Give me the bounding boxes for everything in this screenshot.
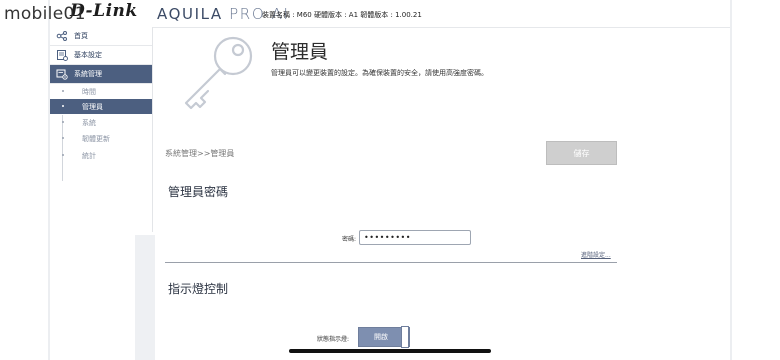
left-margin: [0, 0, 50, 360]
password-label: 密碼:: [342, 236, 357, 243]
key-icon: [178, 30, 268, 119]
sidebar-subitem-system[interactable]: 系統: [50, 115, 152, 130]
tree-dot: [62, 105, 64, 107]
tree-dot: [62, 90, 64, 92]
toggle-on-text: 開啟: [374, 333, 388, 341]
sidebar-subitem-label: 系統: [82, 119, 96, 127]
toggle-knob[interactable]: [401, 326, 409, 348]
password-field[interactable]: •••••••••: [359, 230, 471, 245]
tree-dot: [62, 121, 64, 123]
sidebar-item-basic-settings[interactable]: 基本設定: [50, 46, 152, 65]
page-title: 管理員: [271, 41, 329, 63]
network-icon: [56, 30, 68, 42]
sidebar-subitem-label: 韌體更新: [82, 135, 110, 143]
sidebar-item-label: 首頁: [74, 32, 88, 40]
page-description: 管理員可以變更裝置的設定。為確保裝置的安全，請使用高強度密碼。: [271, 69, 488, 77]
sidebar-subitem-label: 統計: [82, 152, 96, 160]
led-status-label: 狀態指示燈:: [317, 336, 350, 343]
sidebar-subitem-label: 時間: [82, 88, 96, 96]
sidebar-item-label: 系統管理: [74, 70, 102, 78]
section-divider: [165, 262, 617, 263]
tree-dot: [62, 154, 64, 156]
breadcrumb: 系統管理>>管理員: [165, 149, 235, 158]
home-indicator[interactable]: [289, 349, 491, 353]
sidebar-subitem-firmware[interactable]: 韌體更新: [50, 131, 152, 146]
password-section-title: 管理員密碼: [168, 185, 229, 199]
advanced-settings-link[interactable]: 進階設定...: [581, 250, 611, 259]
right-edge: [730, 0, 732, 360]
watermark-logo: mobile01: [4, 4, 86, 24]
right-margin: [730, 0, 780, 360]
led-section-title: 指示燈控制: [168, 282, 229, 296]
device-info: 裝置名稱 : M60 硬體版本 : A1 韌體版本 : 1.00.21: [262, 11, 422, 19]
sidebar-item-home[interactable]: 首頁: [50, 27, 152, 46]
sidebar-subitem-label: 管理員: [82, 103, 103, 111]
sidebar-subitem-admin[interactable]: 管理員: [50, 99, 152, 114]
sidebar-item-label: 基本設定: [74, 51, 102, 59]
content-left-band: [135, 235, 155, 360]
settings-doc-icon: [56, 49, 68, 61]
sidebar-subitem-time[interactable]: 時間: [50, 84, 152, 99]
aquila-word: AQUILA: [157, 5, 223, 23]
save-button[interactable]: 儲存: [546, 141, 617, 165]
sidebar-subitem-statistics[interactable]: 統計: [50, 148, 152, 163]
tree-dot: [62, 137, 64, 139]
led-toggle[interactable]: 開啟: [358, 326, 410, 348]
sidebar: 首頁 基本設定 系統管理 時間 管理員 系統 韌體更新 統計: [50, 27, 153, 232]
admin-gear-icon: [56, 68, 68, 80]
sidebar-item-system-admin[interactable]: 系統管理: [50, 65, 152, 84]
